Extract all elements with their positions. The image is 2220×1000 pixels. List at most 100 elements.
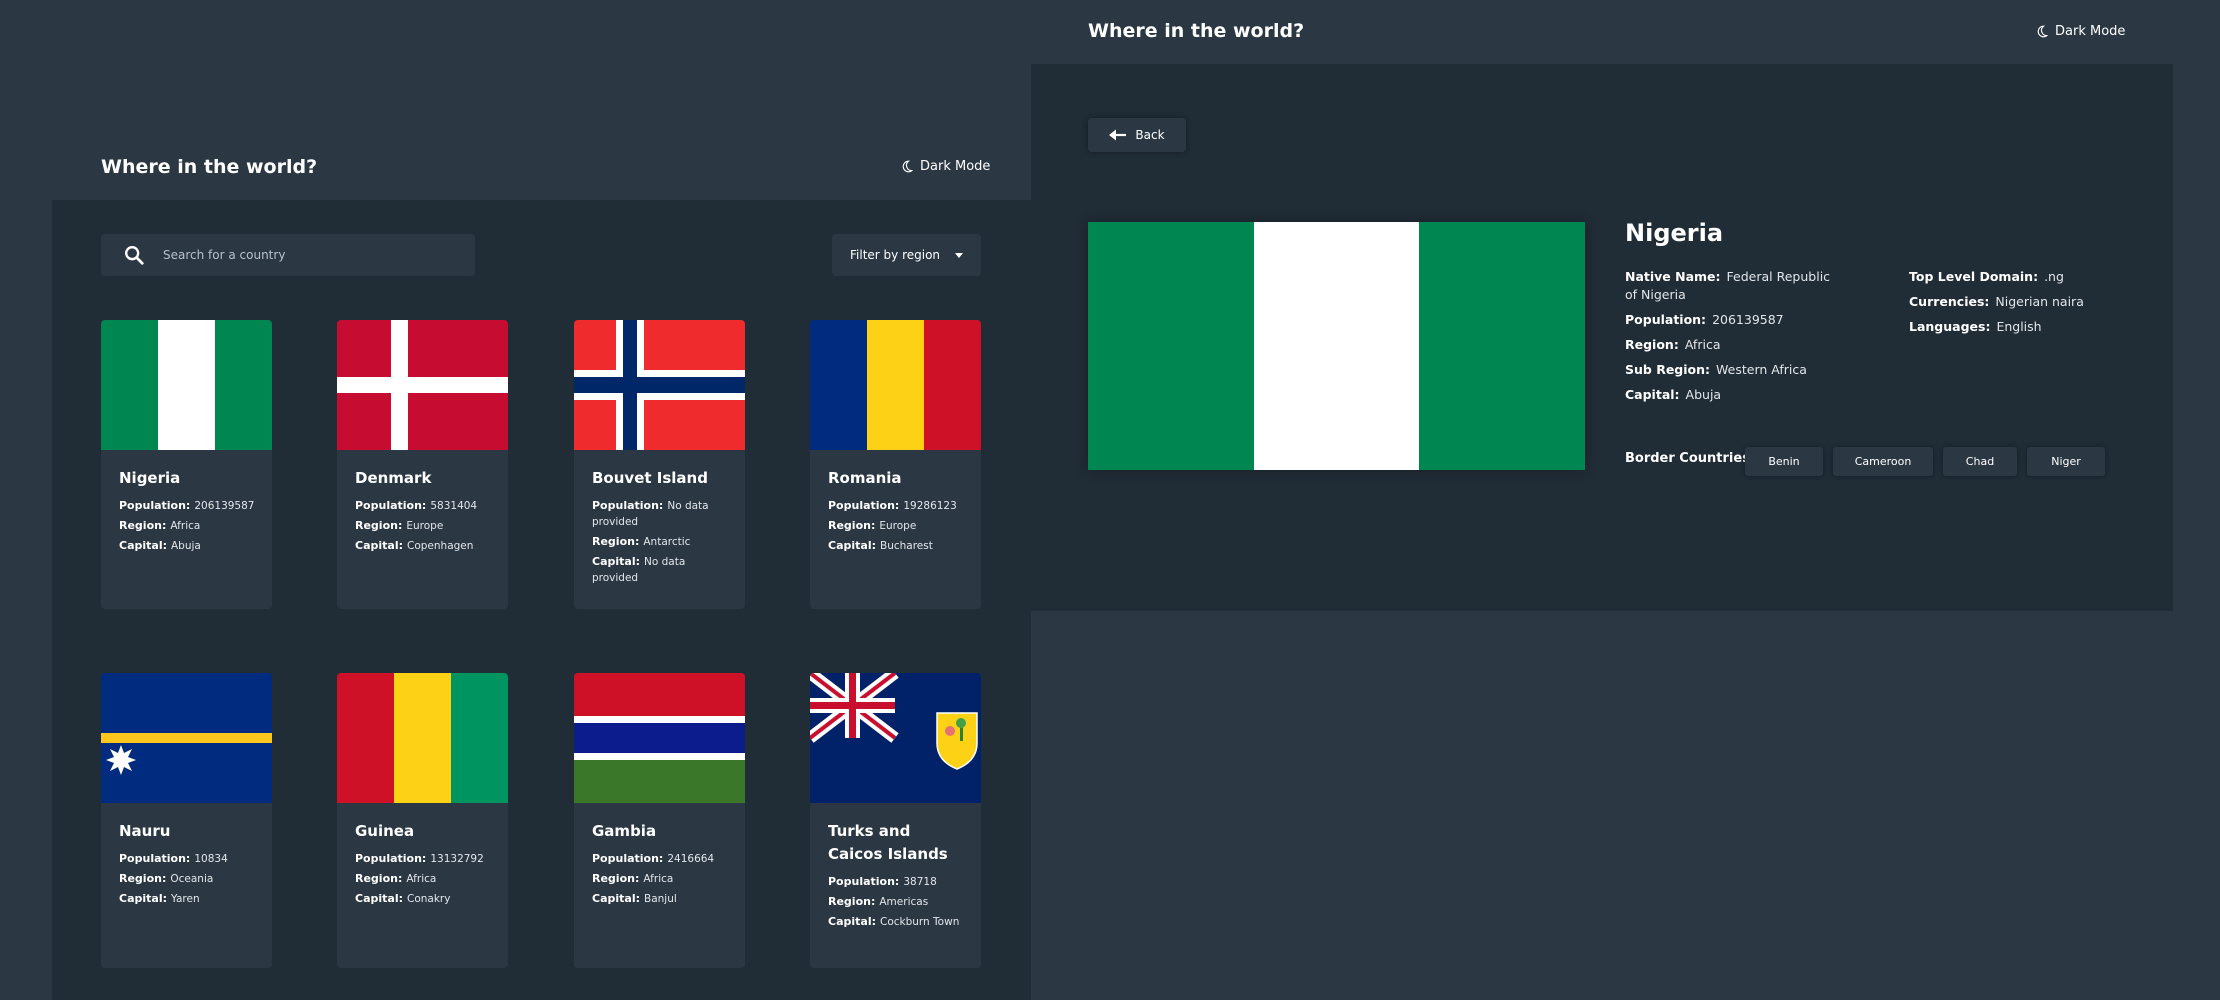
region-label: Region: <box>119 519 167 532</box>
tld-value: .ng <box>2044 269 2064 284</box>
population-label: Population: <box>828 875 900 888</box>
capital-label: Capital: <box>592 892 640 905</box>
region-filter-dropdown[interactable]: Filter by region <box>832 234 981 276</box>
region-label: Region: <box>592 872 640 885</box>
capital-label: Capital: <box>828 539 876 552</box>
country-card-nigeria[interactable]: Nigeria Population: 206139587 Region: Afri… <box>101 320 272 609</box>
tld-label: Top Level Domain: <box>1909 269 2039 284</box>
capital-value: Abuja <box>171 540 201 552</box>
population-value: 2416664 <box>667 853 715 865</box>
capital-label: Capital: <box>355 892 403 905</box>
region-label: Region: <box>355 519 403 532</box>
nauru-flag <box>101 673 272 803</box>
romania-flag <box>810 320 981 450</box>
region-label: Region: <box>1625 337 1679 352</box>
search-bar[interactable]: Search for a country <box>101 234 475 276</box>
dark-mode-label: Dark Mode <box>2055 24 2126 39</box>
country-name: Guinea <box>355 822 415 840</box>
population-label: Population: <box>119 499 191 512</box>
border-country-button[interactable]: Chad <box>1943 447 2017 476</box>
detail-header: Where in the world? Dark Mode <box>1031 0 2220 64</box>
search-icon <box>125 246 144 265</box>
denmark-flag <box>337 320 508 450</box>
bouvet-island-flag <box>574 320 745 450</box>
border-country-button[interactable]: Cameroon <box>1833 447 1933 476</box>
population-value: 19286123 <box>903 500 957 512</box>
region-label: Region: <box>828 519 876 532</box>
country-name: Romania <box>828 469 902 487</box>
capital-label: Capital: <box>1625 387 1680 402</box>
region-value: Africa <box>643 873 674 885</box>
country-card-guinea[interactable]: Guinea Population: 13132792 Region: Africa… <box>337 673 508 968</box>
country-card-nauru[interactable]: Nauru Population: 10834 Region: Oceania Ca… <box>101 673 272 968</box>
capital-value: Abuja <box>1685 387 1722 402</box>
region-value: Oceania <box>170 873 214 885</box>
detail-secondary-info: Top Level Domain: .ng Currencies: Nigerian… <box>1909 268 2139 343</box>
population-value: 13132792 <box>430 853 484 865</box>
capital-label: Capital: <box>592 555 640 568</box>
country-card-denmark[interactable]: Denmark Population: 5831404 Region: Europe… <box>337 320 508 609</box>
gambia-flag <box>574 673 745 803</box>
languages-value: English <box>1996 319 2042 334</box>
region-label: Region: <box>592 535 640 548</box>
population-label: Population: <box>1625 312 1707 327</box>
population-label: Population: <box>592 852 664 865</box>
capital-label: Capital: <box>119 539 167 552</box>
detail-country-name: Nigeria <box>1625 219 1724 247</box>
population-label: Population: <box>119 852 191 865</box>
country-card-bouvet-island[interactable]: Bouvet Island Population: No data provide… <box>574 320 745 609</box>
region-value: Africa <box>170 520 201 532</box>
border-countries-label: Border Countries: <box>1625 451 1756 466</box>
home-header: Where in the world? Dark Mode <box>0 132 1031 200</box>
country-card-gambia[interactable]: Gambia Population: 2416664 Region: Africa … <box>574 673 745 968</box>
population-value: 206139587 <box>194 500 255 512</box>
app-title: Where in the world? <box>1088 20 1305 42</box>
back-label: Back <box>1135 128 1165 142</box>
region-value: Europe <box>406 520 444 532</box>
population-label: Population: <box>828 499 900 512</box>
region-label: Region: <box>828 895 876 908</box>
population-label: Population: <box>355 499 427 512</box>
country-card-turks-and-caicos[interactable]: Turks and Caicos Islands Population: 3871… <box>810 673 981 968</box>
currencies-label: Currencies: <box>1909 294 1990 309</box>
country-name: Bouvet Island <box>592 469 708 487</box>
dark-mode-toggle[interactable]: Dark Mode <box>2035 24 2125 39</box>
search-input[interactable]: Search for a country <box>163 248 285 262</box>
capital-label: Capital: <box>355 539 403 552</box>
country-name: Turks and Caicos Islands <box>828 822 948 863</box>
border-country-button[interactable]: Niger <box>2027 447 2105 476</box>
capital-value: Bucharest <box>880 540 933 552</box>
native-name-label: Native Name: <box>1625 269 1721 284</box>
capital-value: Banjul <box>644 893 677 905</box>
region-value: Antarctic <box>643 536 691 548</box>
border-country-button[interactable]: Benin <box>1745 447 1823 476</box>
country-name: Nauru <box>119 822 171 840</box>
nigeria-flag <box>101 320 272 450</box>
languages-label: Languages: <box>1909 319 1991 334</box>
capital-value: Yaren <box>171 893 200 905</box>
region-label: Region: <box>355 872 403 885</box>
population-value: 38718 <box>903 876 937 888</box>
app-title: Where in the world? <box>101 156 318 178</box>
capital-value: Copenhagen <box>407 540 474 552</box>
dark-mode-toggle[interactable]: Dark Mode <box>900 159 990 174</box>
moon-icon <box>2037 25 2048 38</box>
population-label: Population: <box>592 499 664 512</box>
detail-primary-info: Native Name: Federal Republic of Nigeria … <box>1625 268 1845 411</box>
region-label: Region: <box>119 872 167 885</box>
country-name: Gambia <box>592 822 657 840</box>
chevron-down-icon <box>955 252 963 258</box>
population-value: 10834 <box>194 853 228 865</box>
sub-region-label: Sub Region: <box>1625 362 1711 377</box>
dark-mode-label: Dark Mode <box>920 159 991 174</box>
turks-and-caicos-flag <box>810 673 981 803</box>
moon-icon <box>902 160 913 173</box>
region-value: Africa <box>1684 337 1721 352</box>
back-button[interactable]: Back <box>1088 118 1186 152</box>
capital-label: Capital: <box>119 892 167 905</box>
arrow-left-icon <box>1109 129 1127 141</box>
region-value: Europe <box>879 520 917 532</box>
filter-label: Filter by region <box>850 248 941 262</box>
country-card-romania[interactable]: Romania Population: 19286123 Region: Europ… <box>810 320 981 609</box>
currencies-value: Nigerian naira <box>1995 294 2084 309</box>
